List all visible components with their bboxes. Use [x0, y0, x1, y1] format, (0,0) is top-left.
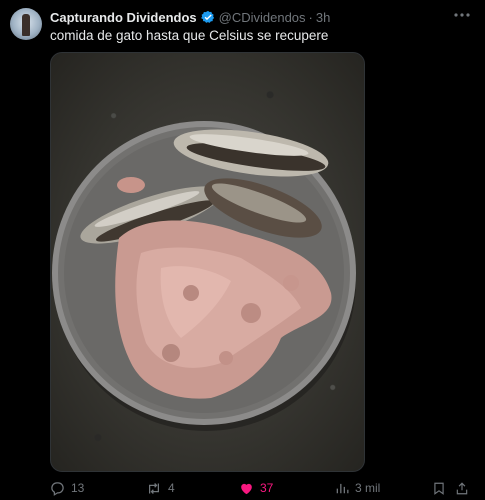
verified-badge-icon — [200, 10, 215, 24]
share-button[interactable] — [455, 479, 469, 497]
action-bar: 13 4 37 3 mil — [50, 479, 475, 497]
bookmark-button[interactable] — [432, 479, 446, 497]
post-text: comida de gato hasta que Celsius se recu… — [50, 28, 329, 43]
author-name[interactable]: Capturando Dividendos — [50, 10, 197, 25]
like-count: 37 — [260, 481, 274, 495]
repost-count: 4 — [168, 481, 175, 495]
bookmark-icon — [434, 482, 444, 495]
post-time[interactable]: 3h — [316, 10, 330, 25]
repost-icon — [149, 482, 159, 494]
heart-icon — [241, 483, 252, 494]
share-icon — [456, 481, 468, 494]
post-header: Capturando Dividendos @CDividendos · 3h — [50, 8, 475, 26]
more-icon[interactable] — [453, 6, 471, 24]
reply-count: 13 — [71, 481, 85, 495]
like-button[interactable]: 37 — [239, 479, 273, 497]
views-button[interactable]: 3 mil — [335, 479, 380, 497]
author-avatar[interactable] — [10, 8, 42, 40]
view-count: 3 mil — [355, 481, 381, 495]
repost-button[interactable]: 4 — [146, 479, 175, 497]
reply-icon — [51, 481, 64, 496]
author-handle[interactable]: @CDividendos — [219, 10, 306, 25]
views-icon — [336, 483, 349, 494]
reply-button[interactable]: 13 — [50, 479, 84, 497]
post-photo[interactable] — [50, 52, 365, 472]
separator-dot: · — [308, 9, 313, 25]
